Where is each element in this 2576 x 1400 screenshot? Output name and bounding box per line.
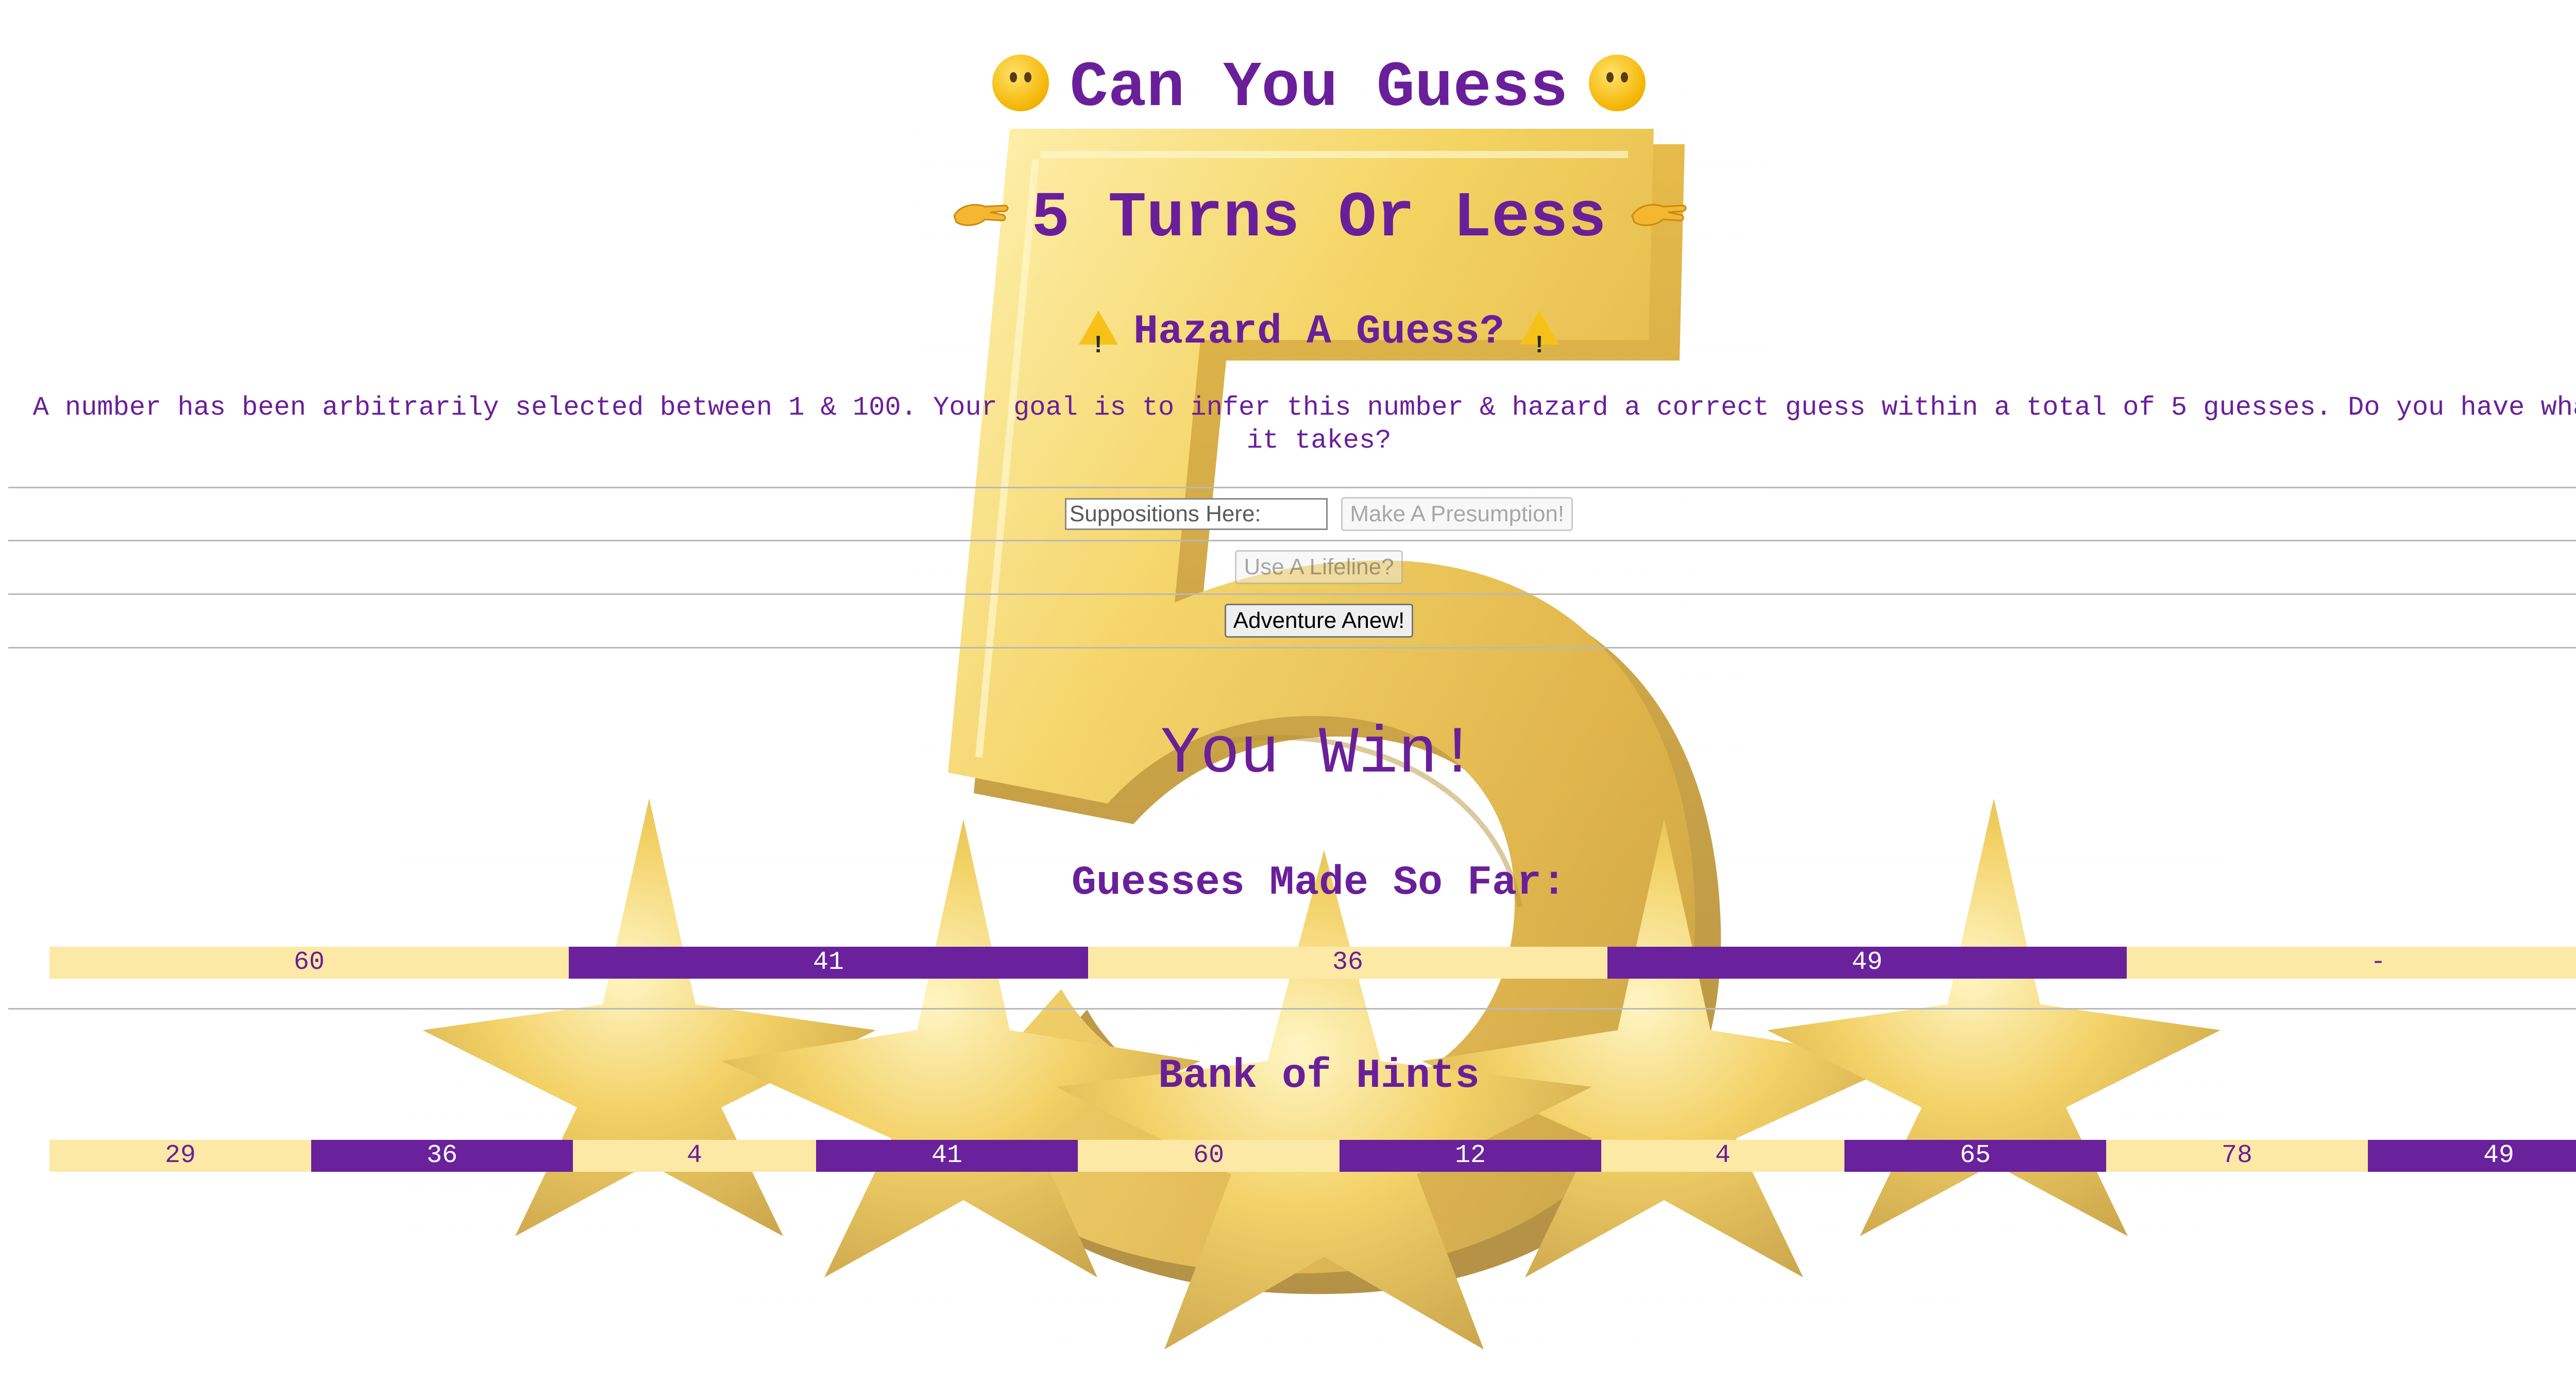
divider xyxy=(8,593,2576,595)
hazard-heading: ! Hazard A Guess?! xyxy=(0,304,2576,361)
thinking-face-icon xyxy=(1588,55,1646,112)
warning-icon: ! xyxy=(1520,310,1560,357)
divider xyxy=(8,487,2576,488)
game-page: Can You Guess 5 Turns Or Less ! Hazard A … xyxy=(0,0,2576,1400)
page-subtitle: 5 Turns Or Less xyxy=(0,178,2576,260)
divider xyxy=(8,1008,2576,1010)
pinching-hand-icon xyxy=(953,204,1009,227)
hazard-heading-text: Hazard A Guess? xyxy=(1133,309,1505,355)
hint-cell: 4 xyxy=(573,1140,816,1172)
adventure-anew-button[interactable]: Adventure Anew! xyxy=(1224,604,1414,638)
warning-icon: ! xyxy=(1078,310,1118,357)
title-line-1: Can You Guess xyxy=(1070,53,1568,125)
hint-cell: 29 xyxy=(49,1140,311,1172)
make-presumption-button[interactable]: Make A Presumption! xyxy=(1341,497,1573,531)
guess-input[interactable] xyxy=(1064,498,1328,530)
guess-cell: 36 xyxy=(1088,947,1607,979)
instructions-text: A number has been arbitrarily selected b… xyxy=(32,392,2576,456)
hint-cell: 65 xyxy=(1844,1140,2106,1172)
use-lifeline-button[interactable]: Use A Lifeline? xyxy=(1235,550,1403,584)
guesses-heading: Guesses Made So Far: xyxy=(1071,860,1567,907)
guess-cell: 49 xyxy=(1607,947,2127,979)
hint-cell: 49 xyxy=(2368,1140,2576,1172)
guess-cell: 41 xyxy=(569,947,1088,979)
thinking-face-icon xyxy=(992,55,1049,112)
guess-form: Make A Presumption! xyxy=(0,497,2576,531)
hint-cell: 78 xyxy=(2106,1140,2368,1172)
guess-cell: - xyxy=(2127,947,2576,979)
restart-row: Adventure Anew! xyxy=(0,604,2576,638)
hint-cell: 12 xyxy=(1340,1140,1601,1172)
hints-bar: 29 36 4 41 60 12 4 65 78 49 xyxy=(49,1140,2576,1172)
lifeline-row: Use A Lifeline? xyxy=(0,550,2576,584)
hint-cell: 41 xyxy=(816,1140,1078,1172)
title-line-2: 5 Turns Or Less xyxy=(1031,183,1607,255)
guess-cell: 60 xyxy=(49,947,569,979)
pinching-hand-icon xyxy=(1631,204,1687,227)
hint-cell: 36 xyxy=(311,1140,573,1172)
guesses-bar: 60 41 36 49 - xyxy=(49,947,2576,979)
hints-heading: Bank of Hints xyxy=(1158,1053,1480,1100)
hint-cell: 60 xyxy=(1078,1140,1340,1172)
result-message: You Win! xyxy=(1160,717,1478,792)
page-title: Can You Guess xyxy=(0,47,2576,130)
hint-cell: 4 xyxy=(1601,1140,1844,1172)
divider xyxy=(8,540,2576,541)
divider xyxy=(8,647,2576,648)
